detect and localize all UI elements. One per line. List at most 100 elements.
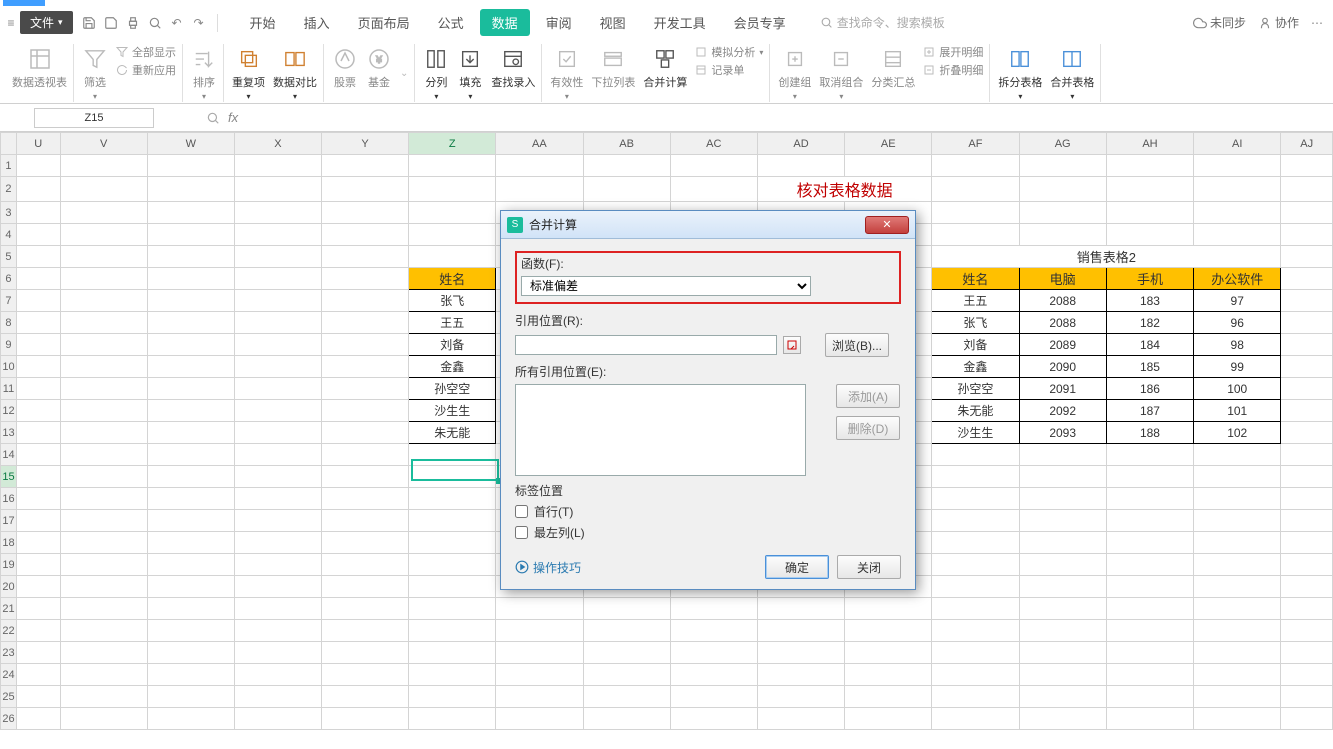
cell-AJ2[interactable] xyxy=(1281,177,1333,202)
cell-AI13[interactable]: 102 xyxy=(1194,422,1281,444)
cell-V10[interactable] xyxy=(60,356,147,378)
cell-X12[interactable] xyxy=(234,400,321,422)
consolidate-button[interactable]: 合并计算 xyxy=(643,44,687,90)
cell-Z26[interactable] xyxy=(409,708,496,730)
cell-Y20[interactable] xyxy=(321,576,408,598)
cell-AH11[interactable]: 186 xyxy=(1106,378,1193,400)
cell-AI21[interactable] xyxy=(1194,598,1281,620)
data-compare-button[interactable]: 数据对比▾ xyxy=(273,44,317,101)
cell-U2[interactable] xyxy=(16,177,60,202)
print-icon[interactable] xyxy=(125,15,141,31)
cell-AJ25[interactable] xyxy=(1281,686,1333,708)
cell-Y7[interactable] xyxy=(321,290,408,312)
cell-V4[interactable] xyxy=(60,224,147,246)
range-selector-button[interactable] xyxy=(783,336,801,354)
cell-X22[interactable] xyxy=(234,620,321,642)
cell-V8[interactable] xyxy=(60,312,147,334)
cell-W21[interactable] xyxy=(147,598,234,620)
cell-AH9[interactable]: 184 xyxy=(1106,334,1193,356)
subtotal-button[interactable]: 分类汇总 xyxy=(871,44,915,90)
cell-Y16[interactable] xyxy=(321,488,408,510)
tab-会员专享[interactable]: 会员专享 xyxy=(722,9,798,36)
cell-AE21[interactable] xyxy=(845,598,932,620)
cell-V17[interactable] xyxy=(60,510,147,532)
cell-Y15[interactable] xyxy=(321,466,408,488)
cell-AG23[interactable] xyxy=(1019,642,1106,664)
cell-AH7[interactable]: 183 xyxy=(1106,290,1193,312)
cell-AI3[interactable] xyxy=(1194,202,1281,224)
cell-Y4[interactable] xyxy=(321,224,408,246)
row-header-19[interactable]: 19 xyxy=(1,554,17,576)
cell-AJ26[interactable] xyxy=(1281,708,1333,730)
row-header-11[interactable]: 11 xyxy=(1,378,17,400)
cell-AG14[interactable] xyxy=(1019,444,1106,466)
cell-Z22[interactable] xyxy=(409,620,496,642)
cell-AJ6[interactable] xyxy=(1281,268,1333,290)
cell-AD22[interactable] xyxy=(757,620,844,642)
cell-AH6[interactable]: 手机 xyxy=(1106,268,1193,290)
undo-icon[interactable]: ↶ xyxy=(169,15,185,31)
row-header-2[interactable]: 2 xyxy=(1,177,17,202)
collab-button[interactable]: 协作 xyxy=(1258,14,1299,31)
cell-Y13[interactable] xyxy=(321,422,408,444)
filter-button[interactable]: 筛选▾ xyxy=(82,44,108,101)
cell-W9[interactable] xyxy=(147,334,234,356)
show-all-button[interactable]: 全部显示 xyxy=(116,44,176,60)
cell-AI22[interactable] xyxy=(1194,620,1281,642)
cell-AG19[interactable] xyxy=(1019,554,1106,576)
cell-AJ21[interactable] xyxy=(1281,598,1333,620)
cell-W23[interactable] xyxy=(147,642,234,664)
cell-AJ5[interactable] xyxy=(1281,246,1333,268)
cell-AF19[interactable] xyxy=(932,554,1019,576)
cell-AD2[interactable]: 核对表格数据 xyxy=(757,177,931,202)
cell-U20[interactable] xyxy=(16,576,60,598)
tab-公式[interactable]: 公式 xyxy=(426,9,476,36)
duplicates-button[interactable]: 重复项▾ xyxy=(232,44,265,101)
cell-Z25[interactable] xyxy=(409,686,496,708)
row-header-24[interactable]: 24 xyxy=(1,664,17,686)
cell-AH19[interactable] xyxy=(1106,554,1193,576)
tab-开始[interactable]: 开始 xyxy=(238,9,288,36)
cell-Y21[interactable] xyxy=(321,598,408,620)
cell-X15[interactable] xyxy=(234,466,321,488)
cell-AE22[interactable] xyxy=(845,620,932,642)
cell-U22[interactable] xyxy=(16,620,60,642)
cell-AB22[interactable] xyxy=(583,620,670,642)
tips-link[interactable]: 操作技巧 xyxy=(515,559,581,576)
cell-AE25[interactable] xyxy=(845,686,932,708)
cell-AF14[interactable] xyxy=(932,444,1019,466)
row-header-26[interactable]: 26 xyxy=(1,708,17,730)
cell-X3[interactable] xyxy=(234,202,321,224)
cell-Z23[interactable] xyxy=(409,642,496,664)
cell-AA26[interactable] xyxy=(496,708,583,730)
cell-W15[interactable] xyxy=(147,466,234,488)
row-header-9[interactable]: 9 xyxy=(1,334,17,356)
cell-AE23[interactable] xyxy=(845,642,932,664)
col-header-AG[interactable]: AG xyxy=(1019,133,1106,155)
row-header-6[interactable]: 6 xyxy=(1,268,17,290)
cell-W13[interactable] xyxy=(147,422,234,444)
cell-X21[interactable] xyxy=(234,598,321,620)
cell-Z13[interactable]: 朱无能 xyxy=(409,422,496,444)
cell-W18[interactable] xyxy=(147,532,234,554)
cell-AF26[interactable] xyxy=(932,708,1019,730)
tab-插入[interactable]: 插入 xyxy=(292,9,342,36)
cell-AH1[interactable] xyxy=(1106,155,1193,177)
cell-W1[interactable] xyxy=(147,155,234,177)
row-header-13[interactable]: 13 xyxy=(1,422,17,444)
cell-X4[interactable] xyxy=(234,224,321,246)
cell-X19[interactable] xyxy=(234,554,321,576)
cell-U10[interactable] xyxy=(16,356,60,378)
cell-U14[interactable] xyxy=(16,444,60,466)
cell-V24[interactable] xyxy=(60,664,147,686)
row-header-18[interactable]: 18 xyxy=(1,532,17,554)
cell-Z2[interactable] xyxy=(409,177,496,202)
cell-U12[interactable] xyxy=(16,400,60,422)
cell-Z15[interactable] xyxy=(409,466,496,488)
cell-AH10[interactable]: 185 xyxy=(1106,356,1193,378)
cell-Z21[interactable] xyxy=(409,598,496,620)
cell-V5[interactable] xyxy=(60,246,147,268)
cell-AF17[interactable] xyxy=(932,510,1019,532)
cell-AI16[interactable] xyxy=(1194,488,1281,510)
cell-U5[interactable] xyxy=(16,246,60,268)
